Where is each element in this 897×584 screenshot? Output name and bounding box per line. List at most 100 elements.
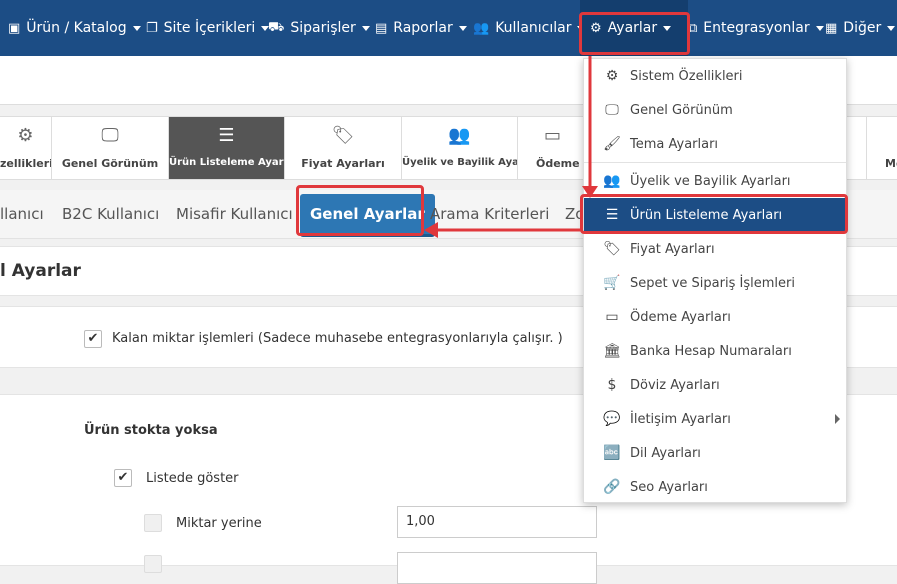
- monitor-icon: 🖵: [605, 102, 619, 118]
- tile-label: Ödeme A: [536, 157, 588, 170]
- nav-label: Site İçerikleri: [163, 20, 256, 36]
- menu-item-label: Genel Görünüm: [630, 102, 733, 118]
- list-icon: ☰: [218, 125, 235, 146]
- nav-label: Siparişler: [290, 20, 356, 36]
- listede-goster-checkbox[interactable]: ✔: [114, 469, 132, 487]
- menu-item-banka-hesap[interactable]: 🏛 Banka Hesap Numaraları: [584, 334, 846, 368]
- menu-item-label: Döviz Ayarları: [630, 377, 720, 393]
- caret-down-icon: [887, 25, 896, 31]
- tile-odeme-ayarlari[interactable]: ▭ Ödeme A: [518, 117, 588, 179]
- miktar-yerine-label: Miktar yerine: [176, 516, 262, 531]
- menu-item-seo-ayarlari[interactable]: 🔗 Seo Ayarları: [584, 470, 846, 504]
- tags-icon: 🏷: [331, 125, 355, 146]
- menu-item-tema-ayarlari[interactable]: 🖌 Tema Ayarları: [584, 127, 846, 161]
- menu-item-sistem-ozellikleri[interactable]: ⚙ Sistem Özellikleri: [584, 59, 846, 93]
- miktar-yerine-input[interactable]: 1,00: [397, 506, 597, 538]
- tab-bayi-kullanici[interactable]: llanıcı: [0, 190, 44, 238]
- highlight-box-nav: [579, 12, 690, 55]
- tab-arama-kriterleri[interactable]: Arama Kriterleri: [430, 190, 549, 238]
- menu-item-label: Dil Ayarları: [630, 445, 701, 461]
- nav-entegrasyonlar[interactable]: ⧉ Entegrasyonlar: [688, 0, 824, 56]
- nav-siparisler[interactable]: ⛟ Siparişler: [268, 0, 370, 56]
- dollar-icon: $: [607, 377, 617, 393]
- caret-down-icon: [132, 25, 141, 31]
- gear-icon: ⚙: [17, 125, 34, 146]
- tile-label: Ürün Listeleme Ayarları: [169, 157, 284, 168]
- second-option-input[interactable]: [397, 552, 597, 584]
- highlight-box-tab: [296, 185, 424, 236]
- credit-card-icon: ▭: [543, 125, 561, 146]
- nav-raporlar[interactable]: ▤ Raporlar: [375, 0, 467, 56]
- menu-item-label: Sistem Özellikleri: [630, 68, 743, 84]
- tile-mesaj[interactable]: Me: [866, 117, 897, 179]
- menu-item-label: Ödeme Ayarları: [630, 309, 731, 325]
- stock-section-title: Ürün stokta yoksa: [84, 423, 218, 438]
- nav-diger[interactable]: ▦ Diğer: [825, 0, 896, 56]
- users-icon: 👥: [448, 125, 471, 146]
- tile-sistem-ozellikleri[interactable]: ⚙ zellikleri: [0, 117, 52, 179]
- listede-goster-label: Listede göster: [146, 471, 239, 486]
- miktar-yerine-checkbox[interactable]: [144, 514, 162, 532]
- users-icon: 👥: [473, 20, 490, 36]
- monitor-icon: 🖵: [101, 125, 119, 146]
- menu-divider: [584, 162, 846, 163]
- brush-icon: 🖌: [603, 136, 621, 152]
- menu-item-iletisim-ayarlari[interactable]: 💬 İletişim Ayarları: [584, 402, 846, 436]
- file-chart-icon: ▤: [375, 20, 388, 36]
- caret-down-icon: [458, 25, 467, 31]
- nav-label: Ürün / Katalog: [26, 20, 127, 36]
- nav-kullanicilar[interactable]: 👥 Kullanıcılar: [473, 0, 586, 56]
- copy-icon: ❐: [146, 20, 158, 36]
- tab-b2c-kullanici[interactable]: B2C Kullanıcı: [62, 190, 159, 238]
- ayarlar-dropdown-menu: ⚙ Sistem Özellikleri 🖵 Genel Görünüm 🖌 Tema…: [583, 58, 847, 503]
- grid-icon: ▦: [825, 20, 838, 36]
- menu-item-label: Seo Ayarları: [630, 479, 708, 495]
- menu-item-dil-ayarlari[interactable]: 🔤 Dil Ayarları: [584, 436, 846, 470]
- tags-icon: 🏷: [603, 241, 621, 257]
- menu-item-genel-gorunum[interactable]: 🖵 Genel Görünüm: [584, 93, 846, 127]
- tile-genel-gorunum[interactable]: 🖵 Genel Görünüm: [52, 117, 169, 179]
- caret-down-icon: [815, 25, 824, 31]
- top-navbar: ▣ Ürün / Katalog ❐ Site İçerikleri ⛟ Sipari…: [0, 0, 897, 56]
- menu-item-label: Sepet ve Sipariş İşlemleri: [630, 275, 795, 291]
- caret-down-icon: [361, 25, 370, 31]
- nav-label: Diğer: [843, 20, 882, 36]
- menu-item-sepet-siparis[interactable]: 🛒 Sepet ve Sipariş İşlemleri: [584, 266, 846, 300]
- nav-urun-katalog[interactable]: ▣ Ürün / Katalog: [8, 0, 141, 56]
- cubes-icon: ▣: [8, 20, 21, 36]
- menu-item-doviz-ayarlari[interactable]: $ Döviz Ayarları: [584, 368, 846, 402]
- menu-item-label: Tema Ayarları: [630, 136, 719, 152]
- tile-fiyat-ayarlari[interactable]: 🏷 Fiyat Ayarları: [285, 117, 402, 179]
- tile-label: zellikleri: [0, 157, 52, 170]
- tile-label: Fiyat Ayarları: [301, 157, 385, 170]
- kalan-miktar-checkbox[interactable]: ✔: [84, 330, 102, 348]
- highlight-box-menu-item: [580, 194, 848, 234]
- credit-card-icon: ▭: [605, 309, 619, 325]
- menu-item-label: İletişim Ayarları: [630, 411, 731, 427]
- nav-label: Entegrasyonlar: [703, 20, 810, 36]
- section-title: l Ayarlar: [0, 261, 81, 281]
- menu-item-fiyat-ayarlari[interactable]: 🏷 Fiyat Ayarları: [584, 232, 846, 266]
- tab-misafir-kullanici[interactable]: Misafir Kullanıcı: [176, 190, 293, 238]
- nav-label: Kullanıcılar: [495, 20, 572, 36]
- tile-urun-listeleme[interactable]: ☰ Ürün Listeleme Ayarları: [169, 117, 285, 179]
- menu-item-uyelik-bayilik[interactable]: 👥 Üyelik ve Bayilik Ayarları: [584, 164, 846, 198]
- chevron-right-icon: [835, 414, 840, 424]
- bank-icon: 🏛: [603, 343, 621, 359]
- menu-item-label: Fiyat Ayarları: [630, 241, 715, 257]
- nav-site-icerikleri[interactable]: ❐ Site İçerikleri: [146, 0, 270, 56]
- kalan-miktar-label: Kalan miktar işlemleri (Sadece muhasebe …: [112, 331, 563, 346]
- users-icon: 👥: [603, 173, 621, 189]
- tile-label: Üyelik ve Bayilik Ayarla: [402, 157, 518, 168]
- tile-label: Genel Görünüm: [61, 157, 159, 170]
- link-icon: 🔗: [603, 479, 621, 495]
- tile-uyelik-bayilik[interactable]: 👥 Üyelik ve Bayilik Ayarla: [402, 117, 518, 179]
- gears-icon: ⚙: [605, 68, 619, 84]
- comments-icon: 💬: [603, 411, 621, 427]
- menu-item-label: Üyelik ve Bayilik Ayarları: [630, 173, 791, 189]
- language-icon: 🔤: [603, 445, 621, 461]
- menu-item-odeme-ayarlari[interactable]: ▭ Ödeme Ayarları: [584, 300, 846, 334]
- tile-label: Me: [885, 157, 897, 170]
- truck-icon: ⛟: [268, 19, 285, 35]
- nav-label: Raporlar: [393, 20, 453, 36]
